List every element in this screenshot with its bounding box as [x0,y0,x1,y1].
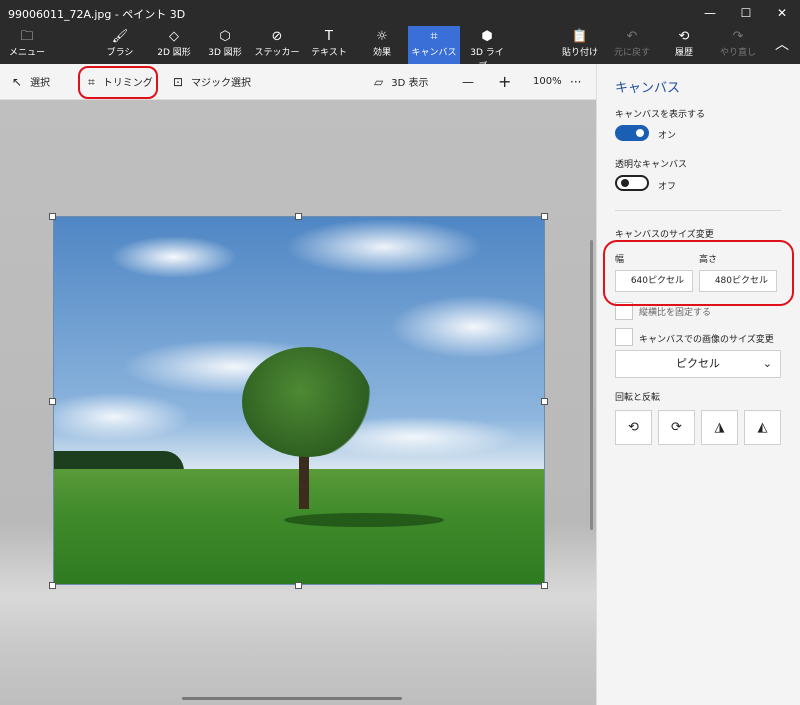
panel-divider [615,210,781,211]
zoom-in-button[interactable]: + [498,64,511,100]
horizontal-scrollbar[interactable] [182,697,402,700]
rotate-flip-header: 回転と反転 [615,393,661,403]
paste-icon: 📋 [571,29,589,44]
select-tool[interactable]: ↖ 選択 [12,64,50,100]
view-3d-icon: ▱ [374,75,384,89]
tab-stickers[interactable]: ⊘ ステッカー [254,26,300,64]
tab-brush[interactable]: 🖌 ブラシ [100,26,140,64]
collapse-ribbon-button[interactable]: ︿ [768,26,796,64]
history-button[interactable]: ⟲ 履歴 [664,26,704,64]
ribbon: 🗀 メニュー 🖌 ブラシ ◇ 2D 図形 ⬡ 3D 図形 ⊘ ステッカー T テ… [0,26,800,72]
transparent-canvas-toggle[interactable] [615,175,649,191]
text-icon: T [325,29,333,44]
undo-icon: ↶ [626,29,638,44]
vertical-scrollbar[interactable] [590,240,593,530]
transparent-canvas-state: オフ [658,182,677,192]
window-title: 99006011_72A.jpg - ペイント 3D [8,8,186,21]
more-options-button[interactable]: ··· [570,64,581,100]
paste-button[interactable]: 📋 貼り付け [560,26,600,64]
rotate-left-icon: ⟲ [628,420,639,435]
resize-header: キャンバスのサイズ変更 [615,230,714,240]
pointer-icon: ↖ [12,75,23,89]
tab-text[interactable]: T テキスト [308,26,350,64]
paint3d-window: 99006011_72A.jpg - ペイント 3D — ☐ ✕ 🗀 メニュー … [0,0,800,705]
resize-handle-bottom[interactable] [295,582,302,589]
zoom-level[interactable]: 100% [533,64,562,100]
resize-handle-top-left[interactable] [49,213,56,220]
brush-icon: 🖌 [111,29,129,44]
rotate-left-button[interactable]: ⟲ [615,410,652,445]
menu-button[interactable]: 🗀 メニュー [4,26,50,64]
tab-canvas[interactable]: ⌗ キャンバス [408,26,460,64]
library-3d-icon: ⬢ [481,29,493,44]
resize-handle-left[interactable] [49,398,56,405]
history-icon: ⟲ [678,29,690,44]
resize-handle-top-right[interactable] [541,213,548,220]
flip-horizontal-button[interactable]: ◮ [701,410,738,445]
rotate-right-icon: ⟳ [671,420,682,435]
photo-distant-trees [54,451,184,471]
tab-3d-shapes[interactable]: ⬡ 3D 図形 [203,26,247,64]
lock-aspect-label: 縦横比を固定する [639,308,712,318]
magic-select-tool[interactable]: ⊡ マジック選択 [173,64,251,100]
flip-vertical-icon: ◭ [757,420,768,435]
maximize-button[interactable]: ☐ [728,0,764,26]
crop-highlight-annotation [78,66,158,99]
resize-handle-bottom-left[interactable] [49,582,56,589]
show-canvas-toggle[interactable] [615,125,649,141]
sticker-icon: ⊘ [271,29,283,44]
resize-handle-bottom-right[interactable] [541,582,548,589]
unit-dropdown-value: ピクセル [676,357,720,370]
tab-2d-shapes[interactable]: ◇ 2D 図形 [152,26,196,64]
flip-vertical-button[interactable]: ◭ [744,410,781,445]
view-3d-button[interactable]: ▱ 3D 表示 [374,64,428,100]
close-button[interactable]: ✕ [764,0,800,26]
rotate-right-button[interactable]: ⟳ [658,410,695,445]
flip-horizontal-icon: ◮ [714,420,725,435]
canvas-panel: キャンバス キャンバスを表示する オン 透明なキャンバス オフ キャンバスのサイ… [596,64,800,705]
resize-image-checkbox[interactable] [615,328,633,346]
toggle-knob [636,129,644,137]
effects-icon: ☼ [376,29,388,44]
title-bar: 99006011_72A.jpg - ペイント 3D — ☐ ✕ [0,0,800,26]
canvas-photo[interactable] [53,216,545,585]
show-canvas-state: オン [658,131,677,141]
toggle-knob [621,179,629,187]
redo-button[interactable]: ↷ やり直し [716,26,760,64]
size-fields-highlight-annotation [603,240,794,306]
resize-handle-right[interactable] [541,398,548,405]
shapes-2d-icon: ◇ [169,29,179,44]
undo-button[interactable]: ↶ 元に戻す [612,26,652,64]
canvas-icon: ⌗ [430,29,438,44]
minimize-button[interactable]: — [692,0,728,26]
redo-icon: ↷ [732,29,744,44]
tab-3d-library[interactable]: ⬢ 3D ライブ... [462,26,512,72]
unit-dropdown[interactable]: ピクセル ⌄ [615,350,781,378]
resize-image-label: キャンバスでの画像のサイズ変更 [639,335,774,345]
panel-title: キャンバス [615,81,681,96]
tab-effects[interactable]: ☼ 効果 [362,26,402,64]
photo-tree-crown [242,347,372,457]
chevron-down-icon: ⌄ [762,357,772,370]
resize-handle-top[interactable] [295,213,302,220]
transparent-canvas-label: 透明なキャンバス [615,160,688,170]
zoom-out-button[interactable]: — [462,64,474,100]
photo-tree-shadow [284,513,444,527]
cube-icon: ⬡ [219,29,231,44]
show-canvas-label: キャンバスを表示する [615,110,706,120]
magic-select-icon: ⊡ [173,75,184,89]
folder-icon: 🗀 [20,29,34,44]
